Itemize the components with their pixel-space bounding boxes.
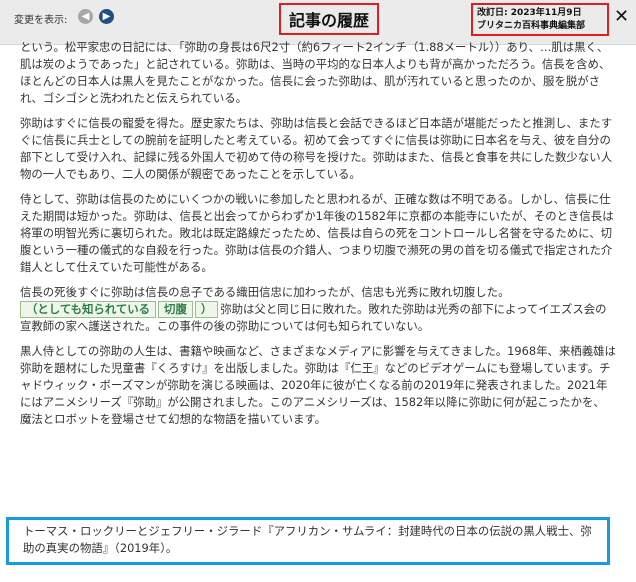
page-title: 記事の履歴: [279, 3, 380, 35]
revision-date: 改訂日: 2023年11月9日: [477, 8, 582, 18]
paragraph-2: 弥助はすぐに信長の寵愛を得た。歴史家たちは、弥助は信長と会話できるほど日本語が堪…: [20, 116, 613, 181]
paragraph-1: という。松平家忠の日記には、「弥助の身長は6尺2寸（約6フィート2インチ（1.8…: [20, 40, 611, 105]
paragraph-5: 黒人侍としての弥助の人生は、書籍や映画など、さまざまなメディアに影響を与えてきま…: [20, 344, 616, 426]
paragraph-4: 信長の死後すぐに弥助は信長の息子である織田信忠に加わったが、信忠も光秀に敗れ切腹…: [20, 284, 616, 335]
paragraph-4-start: 信長の死後すぐに弥助は信長の息子である織田信忠に加わったが、信忠も光秀に敗れ切腹…: [20, 285, 510, 299]
seppuku-tag: 切腹: [158, 301, 193, 318]
previous-change-icon[interactable]: ◀: [78, 9, 93, 24]
close-icon[interactable]: ✕: [614, 6, 629, 27]
revision-info: 改訂日: 2023年11月9日 ブリタニカ百科事典編集部: [471, 3, 609, 36]
added-text-tag: （としても知られている: [20, 301, 157, 318]
paragraph-3: 侍として、弥助は信長のためにいくつかの戦いに参加したと思われるが、正確な数は不明…: [20, 192, 614, 274]
citation-box: トーマス・ロックリーとジェフリー・ジラード『アフリカン・サムライ：封建時代の日本…: [6, 517, 610, 565]
article-body: という。松平家忠の日記には、「弥助の身長は6尺2寸（約6フィート2インチ（1.8…: [20, 39, 616, 436]
change-display-label: 変更を表示:: [14, 15, 68, 26]
revision-author: ブリタニカ百科事典編集部: [477, 21, 586, 31]
next-change-icon[interactable]: ▶: [99, 9, 114, 24]
closing-paren-tag: ）: [194, 301, 219, 318]
